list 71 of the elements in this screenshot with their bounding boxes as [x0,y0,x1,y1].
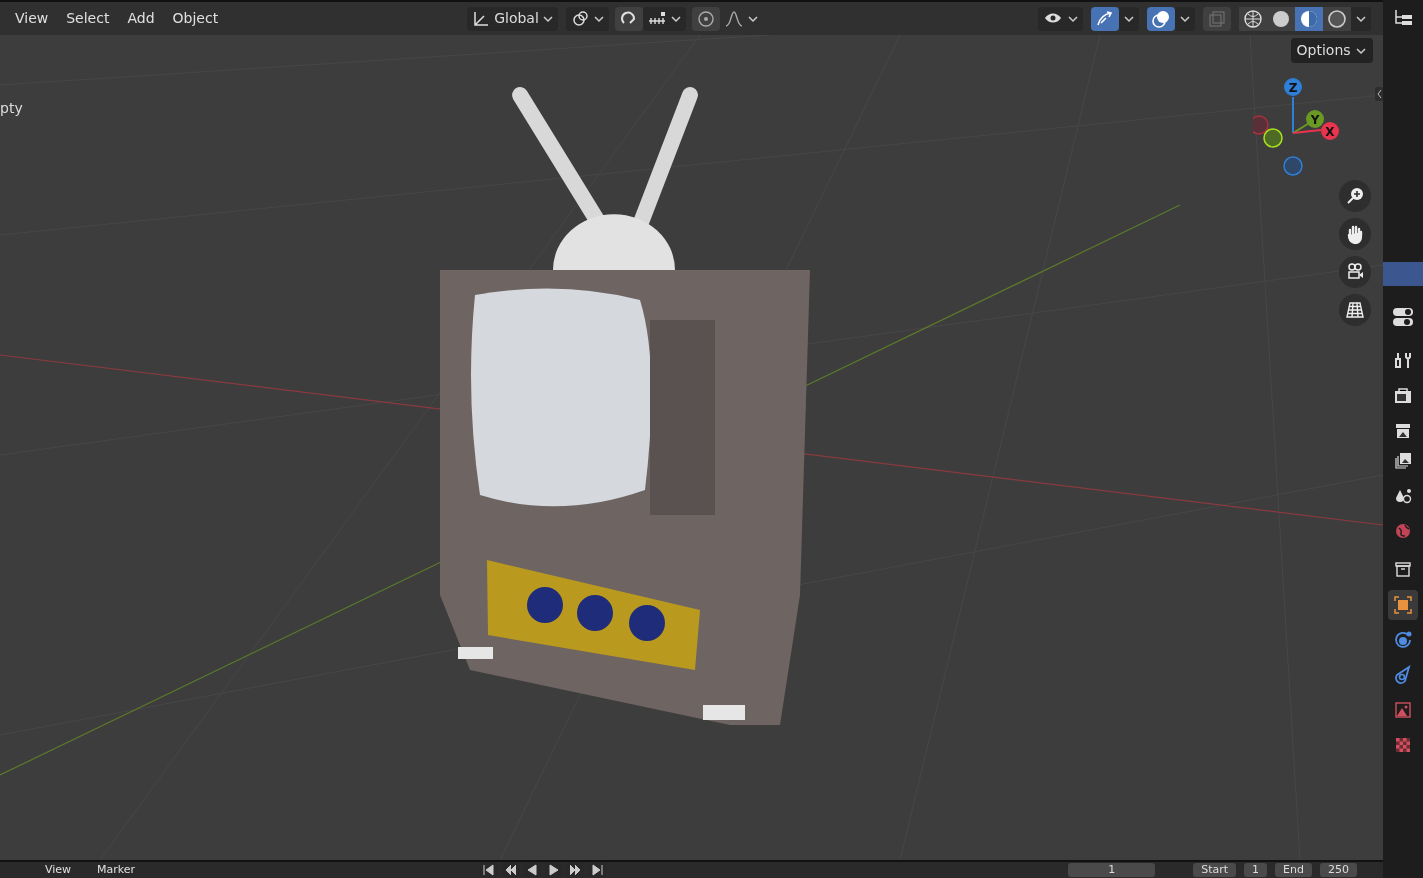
sphere-wire-icon [1243,8,1263,29]
sphere-icon [1271,8,1291,29]
square-icon [1393,595,1413,615]
overlap-squares-icon [1207,8,1227,29]
pivot-dropdown[interactable] [565,6,609,31]
proportional-toggle[interactable] [691,6,720,31]
image-icon [1393,700,1413,720]
camera-icon [1345,262,1365,282]
printer-icon [1393,421,1413,441]
checker-icon [1393,735,1413,755]
overlays-toggle[interactable] [1147,6,1175,31]
snap-toggle[interactable] [614,6,643,31]
visibility-dropdown[interactable] [1038,6,1083,31]
axis-label: Y [1310,112,1320,127]
drops-icon [1393,486,1413,506]
dot-circle-icon [695,8,716,29]
axis-label: X [1325,124,1335,139]
menu-item[interactable]: Object [163,6,228,31]
play-icon [546,863,561,877]
wrench-icon [1393,351,1413,371]
half-sphere-icon [1299,8,1319,29]
start-field[interactable]: 1 [1244,863,1268,877]
axis-label: Z [1288,80,1298,95]
toggle-icon[interactable] [1391,306,1415,328]
gizmo-dropdown[interactable] [1119,6,1139,31]
box-icon [1393,559,1413,579]
orientation-dropdown[interactable]: Global [467,6,558,31]
selected-row [1383,262,1423,286]
drop-ring-icon [1393,665,1413,685]
options-dropdown[interactable]: Options [1290,38,1373,63]
play-back-icon [525,863,540,877]
outliner-icon[interactable] [1392,7,1414,28]
axis-handle[interactable] [1292,110,1324,134]
grid-icon [1345,300,1365,320]
menu-item[interactable]: Select [57,6,119,31]
images-icon [1393,451,1413,471]
skip-end-icon [589,863,604,877]
axis-handle[interactable] [1283,156,1303,176]
menu-item[interactable]: View [6,6,58,31]
start-label: Start [1193,863,1237,877]
frame-field[interactable]: 1 [1068,863,1156,877]
zoom-icon [1345,186,1365,206]
end-label: End [1275,863,1312,877]
globe-icon [1393,521,1413,541]
camera-back-icon [1393,386,1413,406]
shading-button[interactable] [1239,6,1267,31]
orbit-icon [1393,630,1413,650]
properties-tab[interactable] [1388,590,1418,620]
snap-dropdown[interactable] [642,6,686,31]
shaded-sphere-icon [1327,8,1347,29]
shading-button[interactable] [1295,6,1323,31]
gizmo-toggle[interactable] [1091,6,1119,31]
axis-handle[interactable] [1253,115,1269,135]
skip-start-icon [482,863,497,877]
prev-key-icon [503,863,518,877]
collapse-icon[interactable] [1375,87,1383,101]
menu-item[interactable]: View [36,859,81,878]
axis-handle[interactable] [1292,122,1339,140]
menu-item[interactable]: Marker [88,859,145,878]
overlays-dropdown[interactable] [1175,6,1195,31]
shading-button[interactable] [1323,6,1351,31]
end-field[interactable]: 250 [1320,863,1357,877]
axis-handle[interactable] [1284,78,1302,134]
shading-button[interactable] [1267,6,1295,31]
next-key-icon [568,863,583,877]
menu-item[interactable]: Add [118,6,164,31]
xray-toggle[interactable] [1203,6,1231,31]
hand-icon [1345,224,1365,244]
object-info: pty [0,99,23,118]
overlap-circles-icon [1151,8,1171,29]
caret-icon [1355,45,1367,57]
